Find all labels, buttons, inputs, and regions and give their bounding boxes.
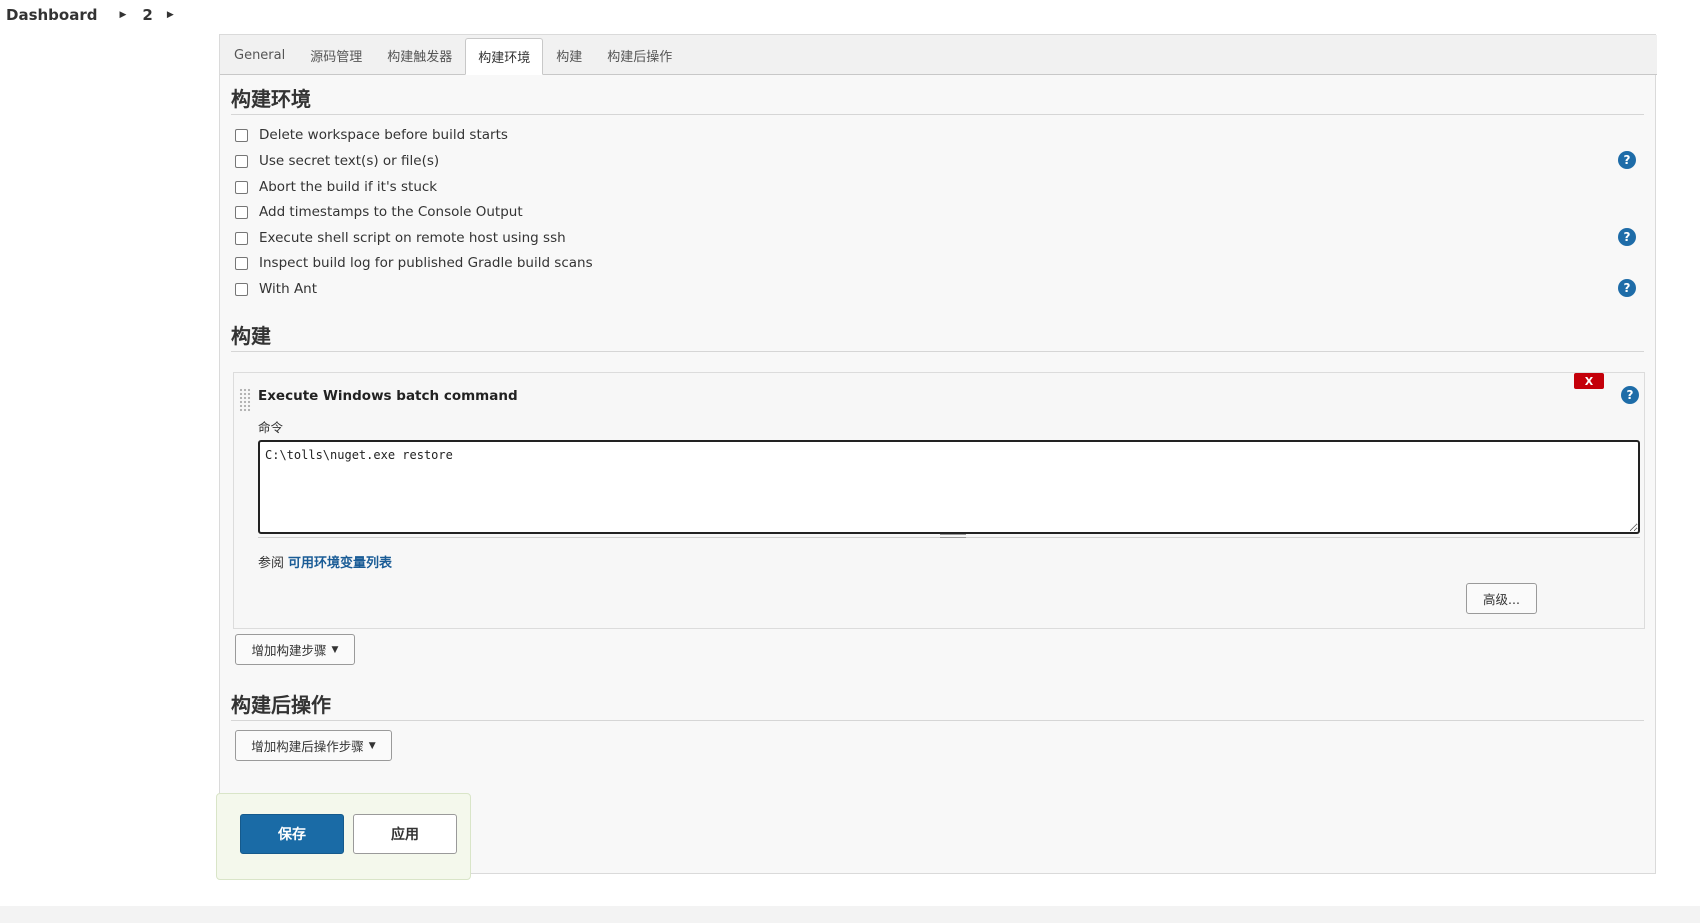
see-also-prefix: 参阅 [258, 556, 285, 571]
textarea-resize-bar[interactable] [258, 534, 1640, 538]
see-also: 参阅 可用环境变量列表 [258, 552, 392, 571]
add-build-step-button[interactable]: 增加构建步骤 ▼ [235, 634, 355, 665]
tab-source-control[interactable]: 源码管理 [298, 37, 374, 74]
checkbox[interactable] [235, 231, 248, 245]
form-footer: 保存 应用 [216, 793, 471, 880]
step-title: Execute Windows batch command [258, 388, 518, 404]
checkbox[interactable] [235, 128, 248, 142]
option-label: Delete workspace before build starts [259, 127, 508, 143]
apply-button[interactable]: 应用 [353, 814, 457, 854]
save-button[interactable]: 保存 [240, 814, 344, 854]
help-icon[interactable]: ? [1618, 279, 1636, 297]
caret-down-icon: ▼ [368, 740, 376, 751]
option-remote-ssh[interactable]: Execute shell script on remote host usin… [235, 228, 566, 248]
checkbox[interactable] [235, 256, 248, 270]
option-abort-stuck[interactable]: Abort the build if it's stuck [235, 177, 437, 197]
option-label: With Ant [259, 281, 318, 297]
resize-grip-icon[interactable] [940, 534, 966, 538]
help-icon[interactable]: ? [1621, 386, 1639, 404]
config-tabs: General 源码管理 构建触发器 构建环境 构建 构建后操作 [220, 35, 1657, 75]
option-label: Execute shell script on remote host usin… [259, 230, 566, 246]
option-with-ant[interactable]: With Ant [235, 279, 317, 299]
build-step-windows-batch: Execute Windows batch command X ? 命令 参阅可… [233, 372, 1645, 629]
option-gradle-scans[interactable]: Inspect build log for published Gradle b… [235, 253, 593, 273]
add-post-build-step-button[interactable]: 增加构建后操作步骤 ▼ [235, 730, 392, 761]
help-icon[interactable]: ? [1618, 151, 1636, 169]
build-title: 构建 [231, 320, 1644, 352]
add-build-step-label: 增加构建步骤 [251, 643, 327, 658]
post-build-title: 构建后操作 [231, 689, 1644, 721]
option-label: Inspect build log for published Gradle b… [259, 255, 593, 271]
option-label: Add timestamps to the Console Output [259, 204, 523, 220]
config-panel: General 源码管理 构建触发器 构建环境 构建 构建后操作 构建环境 De… [219, 34, 1657, 874]
advanced-button[interactable]: 高级... [1466, 583, 1537, 614]
drag-handle-icon[interactable] [239, 388, 251, 412]
checkbox[interactable] [235, 205, 248, 219]
build-env-title: 构建环境 [231, 83, 1644, 115]
checkbox[interactable] [235, 154, 248, 168]
breadcrumb-chevron-icon[interactable]: ▶ [167, 10, 174, 20]
tab-build-triggers[interactable]: 构建触发器 [375, 37, 464, 74]
delete-step-button[interactable]: X [1574, 373, 1604, 389]
checkbox[interactable] [235, 282, 248, 296]
option-delete-workspace[interactable]: Delete workspace before build starts [235, 125, 508, 145]
breadcrumb-job[interactable]: 2 [142, 6, 152, 24]
option-label: Abort the build if it's stuck [259, 179, 438, 195]
breadcrumb-chevron-icon[interactable]: ▶ [119, 10, 126, 20]
tab-post-build[interactable]: 构建后操作 [595, 37, 684, 74]
tab-general[interactable]: General [222, 37, 297, 74]
command-textarea[interactable] [258, 440, 1640, 534]
env-vars-link[interactable]: 可用环境变量列表 [288, 556, 392, 571]
caret-down-icon: ▼ [331, 644, 339, 655]
add-post-build-label: 增加构建后操作步骤 [251, 739, 364, 754]
help-icon[interactable]: ? [1618, 228, 1636, 246]
option-secret-text[interactable]: Use secret text(s) or file(s) [235, 151, 439, 171]
tab-build[interactable]: 构建 [544, 37, 594, 74]
option-timestamps[interactable]: Add timestamps to the Console Output [235, 202, 523, 222]
tab-build-environment[interactable]: 构建环境 [465, 38, 544, 75]
breadcrumb-dashboard[interactable]: Dashboard [6, 6, 97, 24]
command-label: 命令 [258, 420, 284, 435]
checkbox[interactable] [235, 180, 248, 194]
breadcrumb: Dashboard ▶ 2 ▶ [0, 0, 1700, 30]
page-footer-bar [0, 906, 1700, 923]
option-label: Use secret text(s) or file(s) [259, 153, 440, 169]
